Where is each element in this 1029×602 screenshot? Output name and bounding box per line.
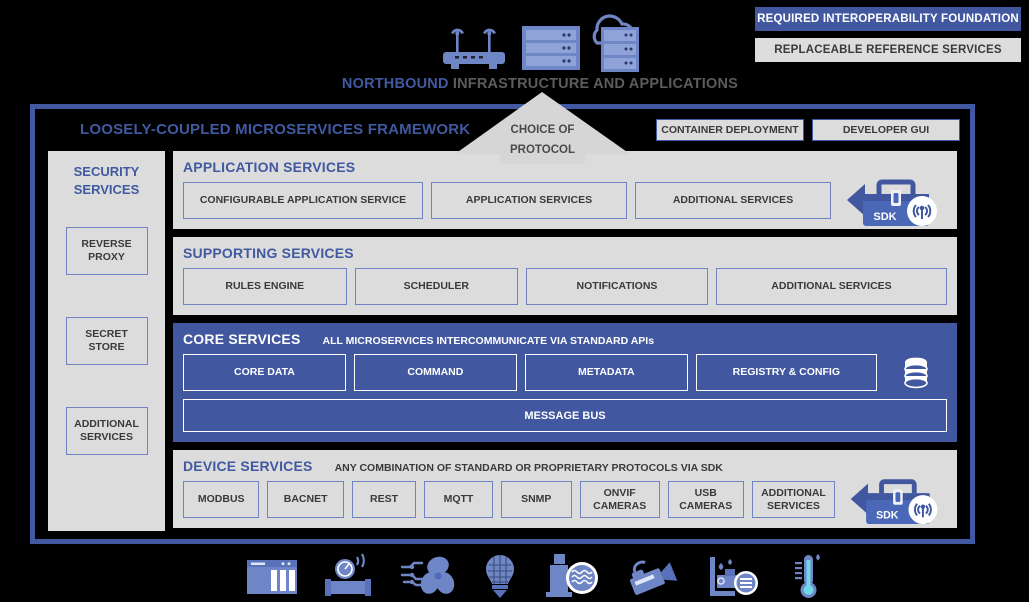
database-icon [904, 357, 928, 388]
security-item-secret-store[interactable]: SECRET STORE [65, 317, 148, 365]
microservices-framework-panel: LOOSELY-COUPLED MICROSERVICES FRAMEWORK … [30, 104, 975, 544]
developer-gui-button[interactable]: DEVELOPER GUI [812, 119, 960, 141]
protocol-line-1: CHOICE OF [510, 124, 575, 136]
circuit-fan-icon [400, 556, 454, 594]
framework-buttons: CONTAINER DEPLOYMENT DEVELOPER GUI [656, 119, 960, 141]
security-title-line-2: SERVICES [73, 182, 140, 197]
pipe-gauge-sensor-icon [325, 553, 372, 596]
northbound-label: NORTHBOUND INFRASTRUCTURE AND APPLICATIO… [330, 76, 750, 92]
industrial-panel-icon [247, 560, 297, 594]
core-cell-metadata[interactable]: METADATA [524, 354, 688, 391]
device-services-note: ANY COMBINATION OF STANDARD OR PROPRIETA… [334, 462, 723, 474]
device-cell-rest[interactable]: REST [351, 481, 417, 518]
diagram-canvas: REQUIRED INTEROPERABILITY FOUNDATION REP… [0, 0, 1029, 602]
svg-text:SDK: SDK [873, 211, 896, 223]
device-cell-bacnet[interactable]: BACNET [267, 481, 344, 518]
machine-monitor-icon [546, 554, 599, 597]
northbound-rest: INFRASTRUCTURE AND APPLICATIONS [448, 76, 739, 92]
application-sdk-toolbox: SDK [839, 179, 947, 226]
protocol-line-2: PROTOCOL [510, 144, 575, 156]
choice-of-protocol-text: CHOICE OF PROTOCOL [455, 120, 630, 160]
support-cell-scheduler[interactable]: SCHEDULER [354, 268, 519, 305]
core-cell-command[interactable]: COMMAND [353, 354, 517, 391]
core-database-icon-slot [885, 354, 947, 391]
support-cell-notifications[interactable]: NOTIFICATIONS [526, 268, 708, 305]
core-services-title: CORE SERVICES [183, 331, 301, 347]
device-services-title: DEVICE SERVICES [183, 458, 313, 474]
video-camera-icon [630, 560, 678, 595]
northbound-emphasis: NORTHBOUND [341, 76, 449, 92]
thermometer-icon [794, 554, 820, 598]
security-item-additional-services[interactable]: ADDITIONAL SERVICES [65, 407, 148, 455]
device-cell-mqtt[interactable]: MQTT [424, 481, 493, 518]
container-deployment-button[interactable]: CONTAINER DEPLOYMENT [656, 119, 804, 141]
device-sdk-toolbox: SDK [843, 479, 947, 525]
device-cell-modbus[interactable]: MODBUS [183, 481, 260, 518]
app-cell-additional-services[interactable]: ADDITIONAL SERVICES [635, 182, 831, 219]
support-cell-additional-services[interactable]: ADDITIONAL SERVICES [715, 268, 948, 305]
supporting-services-title: SUPPORTING SERVICES [183, 245, 354, 261]
southbound-device-icons [245, 552, 825, 600]
framework-title: LOOSELY-COUPLED MICROSERVICES FRAMEWORK [80, 121, 471, 138]
cloud-server-icon [592, 14, 639, 72]
legend-replaceable-services: REPLACEABLE REFERENCE SERVICES [755, 38, 1021, 62]
device-cell-additional-services[interactable]: ADDITIONAL SERVICES [751, 481, 835, 518]
core-services-note: ALL MICROSERVICES INTERCOMMUNICATE VIA S… [322, 335, 655, 347]
security-item-reverse-proxy[interactable]: REVERSE PROXY [65, 227, 148, 275]
app-cell-application-services[interactable]: APPLICATION SERVICES [431, 182, 628, 219]
security-services-title: SECURITY SERVICES [74, 163, 140, 199]
supporting-services-band: SUPPORTING SERVICES RULES ENGINE SCHEDUL… [173, 237, 957, 315]
device-services-band: DEVICE SERVICES ANY COMBINATION OF STAND… [173, 450, 957, 528]
core-cell-registry-and-config[interactable]: REGISTRY & CONFIG [695, 354, 877, 391]
security-title-line-1: SECURITY [73, 164, 140, 179]
application-services-band: APPLICATION SERVICES CONFIGURABLE APPLIC… [173, 151, 957, 229]
message-bus-bar[interactable]: MESSAGE BUS [183, 399, 947, 432]
security-services-panel: SECURITY SERVICES REVERSE PROXY SECRET S… [48, 151, 165, 531]
support-cell-rules-engine[interactable]: RULES ENGINE [183, 268, 347, 305]
core-services-band: CORE SERVICES ALL MICROSERVICES INTERCOM… [173, 323, 957, 442]
server-rack-icon [522, 26, 580, 70]
application-services-title: APPLICATION SERVICES [183, 159, 356, 175]
device-cell-usb-cameras[interactable]: USB CAMERAS [667, 481, 744, 518]
legend-required-foundation: REQUIRED INTEROPERABILITY FOUNDATION [755, 7, 1021, 31]
app-cell-configurable-application-service[interactable]: CONFIGURABLE APPLICATION SERVICE [183, 182, 424, 219]
pump-meter-icon [709, 557, 758, 596]
svg-text:SDK: SDK [876, 509, 899, 521]
device-cell-onvif-cameras[interactable]: ONVIF CAMERAS [579, 481, 660, 518]
services-stack: APPLICATION SERVICES CONFIGURABLE APPLIC… [173, 151, 957, 531]
light-bulb-icon [485, 555, 514, 598]
router-icon [443, 28, 505, 69]
legend: REQUIRED INTEROPERABILITY FOUNDATION REP… [755, 7, 1021, 62]
northbound-icon-group [425, 8, 645, 76]
device-cell-snmp[interactable]: SNMP [500, 481, 572, 518]
core-cell-core-data[interactable]: CORE DATA [183, 354, 346, 391]
